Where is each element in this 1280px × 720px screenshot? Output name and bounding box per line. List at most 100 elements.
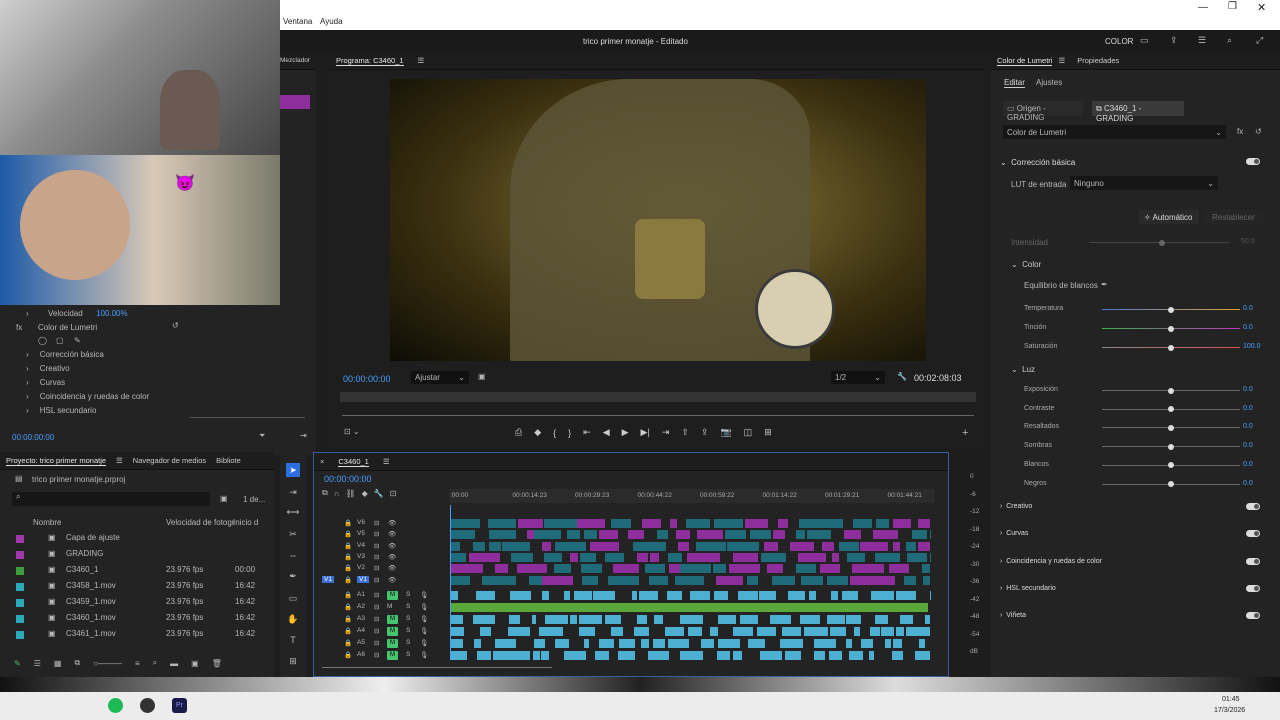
sync-icon[interactable]: ⊟ bbox=[374, 530, 379, 538]
video-clip[interactable] bbox=[580, 552, 597, 562]
share-icon[interactable]: ⇪ bbox=[1170, 35, 1178, 46]
lock-icon[interactable]: 🔒 bbox=[344, 553, 352, 561]
audio-clip[interactable] bbox=[450, 603, 928, 612]
search-icon[interactable]: ⌕ bbox=[1227, 35, 1232, 46]
solo-button[interactable]: S bbox=[406, 651, 410, 658]
video-clip[interactable] bbox=[675, 530, 690, 540]
video-clip[interactable] bbox=[450, 552, 466, 562]
audio-clip[interactable] bbox=[892, 639, 902, 648]
col-fps[interactable]: Velocidad de fotogr bbox=[166, 518, 235, 527]
eye-icon[interactable]: 👁 bbox=[388, 576, 396, 584]
linked-icon[interactable]: ⛓ bbox=[345, 489, 355, 498]
mute-button[interactable]: M bbox=[387, 639, 398, 648]
vr-icon[interactable]: ⊞ bbox=[764, 427, 772, 438]
video-clip[interactable] bbox=[668, 564, 681, 574]
audio-clip[interactable] bbox=[473, 639, 482, 648]
audio-clip[interactable] bbox=[780, 639, 803, 648]
audio-clip[interactable] bbox=[718, 615, 736, 624]
video-clip[interactable] bbox=[875, 552, 900, 562]
audio-clip[interactable] bbox=[563, 591, 570, 600]
video-clip[interactable] bbox=[649, 552, 660, 562]
audio-clip[interactable] bbox=[814, 639, 836, 648]
video-clip[interactable] bbox=[875, 519, 890, 528]
play-icon[interactable]: ▶ bbox=[622, 427, 629, 438]
video-clip[interactable] bbox=[859, 541, 889, 551]
intensity-slider[interactable] bbox=[1089, 239, 1229, 246]
video-clip[interactable] bbox=[667, 552, 682, 562]
bin-icon[interactable]: ▣ bbox=[220, 494, 228, 503]
nest-icon[interactable]: ⧉ bbox=[322, 488, 328, 498]
video-clip[interactable] bbox=[761, 552, 786, 562]
audio-track-header[interactable]: 🔒 A1 ⊟ M S 🎙 bbox=[314, 591, 444, 601]
wrench-icon[interactable]: 🔧 bbox=[897, 372, 907, 381]
eye-icon[interactable]: 👁 bbox=[388, 564, 396, 572]
list-icon[interactable]: ☰ bbox=[1198, 35, 1206, 46]
video-clip[interactable] bbox=[715, 575, 743, 585]
audio-clip[interactable] bbox=[579, 615, 603, 624]
safe-margins-icon[interactable]: ⊡ ⌄ bbox=[344, 427, 360, 436]
panel-icon[interactable]: ▭ bbox=[1140, 35, 1149, 46]
video-clip[interactable] bbox=[541, 541, 552, 551]
slider-track[interactable] bbox=[1102, 424, 1240, 431]
pen-mask-icon[interactable]: ✎ bbox=[74, 336, 81, 345]
audio-clip[interactable] bbox=[861, 639, 873, 648]
expand-velocidad-icon[interactable]: › bbox=[26, 309, 29, 318]
audio-clip[interactable] bbox=[594, 651, 609, 660]
audio-clip[interactable] bbox=[653, 615, 664, 624]
camera-icon[interactable]: 📷 bbox=[720, 427, 731, 438]
video-clip[interactable] bbox=[764, 541, 778, 551]
type-icon[interactable]: T bbox=[286, 633, 300, 647]
audio-clip[interactable] bbox=[450, 639, 464, 648]
close-button[interactable]: ✕ bbox=[1257, 1, 1266, 14]
audio-clip[interactable] bbox=[881, 627, 890, 636]
audio-clip[interactable] bbox=[896, 627, 904, 636]
col-start[interactable]: Inicio d bbox=[233, 518, 258, 527]
mute-button[interactable]: M bbox=[387, 591, 398, 600]
video-clip[interactable] bbox=[607, 575, 639, 585]
mark-out-icon[interactable]: } bbox=[568, 428, 571, 438]
audio-clip[interactable] bbox=[583, 639, 589, 648]
video-clip[interactable] bbox=[728, 564, 761, 574]
audio-clip[interactable] bbox=[680, 615, 704, 624]
video-clip[interactable] bbox=[893, 541, 900, 551]
section-wheels[interactable]: › Coincidencia y ruedas de color bbox=[26, 392, 149, 406]
video-clip[interactable] bbox=[584, 530, 598, 540]
sort-icon[interactable]: ≡ bbox=[135, 659, 140, 668]
basic-toggle[interactable] bbox=[1246, 158, 1260, 165]
audio-clip[interactable] bbox=[841, 591, 859, 600]
audio-clip[interactable] bbox=[652, 639, 665, 648]
audio-clip[interactable] bbox=[714, 591, 728, 600]
caption-track-icon[interactable]: ⊡ bbox=[390, 489, 397, 498]
audio-clip[interactable] bbox=[509, 615, 521, 624]
video-clip[interactable] bbox=[517, 564, 548, 574]
lock-icon[interactable]: 🔒 bbox=[344, 627, 352, 635]
audio-clip[interactable] bbox=[732, 627, 754, 636]
video-clip[interactable] bbox=[494, 564, 508, 574]
audio-clip[interactable] bbox=[533, 639, 546, 648]
audio-clip[interactable] bbox=[853, 627, 861, 636]
audio-clip[interactable] bbox=[598, 639, 615, 648]
video-clip[interactable] bbox=[501, 541, 530, 551]
audio-clip[interactable] bbox=[544, 615, 568, 624]
lock-icon[interactable]: 🔒 bbox=[344, 639, 352, 647]
program-tab[interactable]: Programa: C3460_1 bbox=[336, 56, 404, 66]
video-clip[interactable] bbox=[906, 541, 916, 551]
video-clip[interactable] bbox=[567, 530, 581, 540]
slider-value[interactable]: 100.0 bbox=[1243, 343, 1261, 350]
video-clip[interactable] bbox=[745, 519, 769, 528]
video-clip[interactable] bbox=[570, 552, 578, 562]
lock-icon[interactable]: 🔒 bbox=[344, 576, 352, 584]
audio-clip[interactable] bbox=[632, 591, 637, 600]
solo-button[interactable]: S bbox=[406, 603, 410, 610]
solo-button[interactable]: S bbox=[406, 615, 410, 622]
video-clip[interactable] bbox=[801, 575, 823, 585]
trash-icon[interactable]: 🗑 bbox=[212, 659, 222, 668]
video-clip[interactable] bbox=[450, 575, 470, 585]
ec-timecode[interactable]: 00:00:00:00 bbox=[12, 433, 54, 442]
audio-clip[interactable] bbox=[868, 651, 875, 660]
video-clip[interactable] bbox=[678, 541, 689, 551]
video-clip[interactable] bbox=[819, 564, 840, 574]
playhead-bar[interactable] bbox=[340, 392, 976, 402]
hand-icon[interactable]: ✋ bbox=[286, 612, 300, 626]
icon-view-icon[interactable]: ▦ bbox=[54, 659, 62, 668]
